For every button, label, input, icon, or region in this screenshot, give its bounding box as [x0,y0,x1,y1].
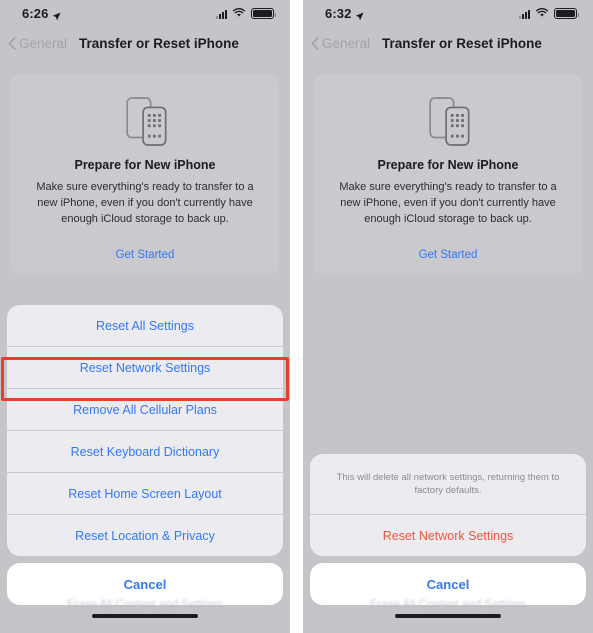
confirmation-sheet-options: This will delete all network settings, r… [310,454,586,556]
action-sheet-item-reset-network-settings[interactable]: Reset Network Settings [7,346,283,388]
ghost-erase-label: Erase All Content and Settings [67,599,223,611]
cellular-bars-icon [519,9,530,19]
status-bar: 6:26 [0,0,290,27]
action-sheet-item[interactable]: Reset All Settings [7,305,283,346]
card-description: Make sure everything's ready to transfer… [36,181,254,225]
location-arrow-icon [355,9,364,21]
page-title: Transfer or Reset iPhone [79,36,239,51]
phone-screen-right: 6:32 General Transfer or Reset iPhone Pr… [303,0,593,633]
action-sheet-item[interactable]: Reset Home Screen Layout [7,472,283,514]
action-sheet-options: Reset All Settings Reset Network Setting… [7,305,283,556]
status-time: 6:32 [325,6,352,21]
card-title: Prepare for New iPhone [377,158,519,172]
get-started-link[interactable]: Get Started [25,249,265,261]
chevron-left-icon [8,37,16,50]
chevron-left-icon [311,37,319,50]
home-indicator[interactable] [92,613,198,618]
cellular-bars-icon [216,9,227,19]
navigation-bar: General Transfer or Reset iPhone [0,27,290,60]
status-time-group: 6:26 [22,6,61,21]
battery-icon [554,8,579,19]
action-sheet-item[interactable]: Reset Keyboard Dictionary [7,430,283,472]
status-icons-group [519,5,579,23]
status-time: 6:26 [22,6,49,21]
card-description: Make sure everything's ready to transfer… [339,181,557,225]
content-area: Prepare for New iPhone Make sure everyth… [0,60,290,275]
back-button-label: General [19,36,68,51]
navigation-bar: General Transfer or Reset iPhone [303,27,593,60]
back-button-label: General [322,36,371,51]
wifi-icon [535,5,549,23]
back-button-general[interactable]: General [8,36,67,51]
status-icons-group [216,5,276,23]
content-area: Prepare for New iPhone Make sure everyth… [303,60,593,275]
confirm-reset-network-settings-button[interactable]: Reset Network Settings [310,514,586,556]
dual-screenshot-comparison: 6:26 General Transfer or Reset iPhone Pr… [0,0,593,633]
card-title: Prepare for New iPhone [74,158,216,172]
home-indicator[interactable] [395,613,501,618]
wifi-icon [232,5,246,23]
battery-icon [251,8,276,19]
prepare-new-iphone-card: Prepare for New iPhone Make sure everyth… [314,74,582,275]
confirmation-sheet-container: Erase All Content and Settings This will… [303,454,593,633]
prepare-new-iphone-card: Prepare for New iPhone Make sure everyth… [11,74,279,275]
confirmation-sheet-message: This will delete all network settings, r… [336,471,560,496]
two-iphones-icon [328,90,568,152]
two-iphones-icon [25,90,265,152]
action-sheet-item[interactable]: Remove All Cellular Plans [7,388,283,430]
status-bar: 6:32 [303,0,593,27]
action-sheet-container: Erase All Content and Settings Reset All… [0,305,290,633]
back-button-general[interactable]: General [311,36,370,51]
location-arrow-icon [52,9,61,21]
page-title: Transfer or Reset iPhone [382,36,542,51]
get-started-link[interactable]: Get Started [328,249,568,261]
ghost-erase-label: Erase All Content and Settings [370,599,526,611]
status-time-group: 6:32 [325,6,364,21]
phone-screen-left: 6:26 General Transfer or Reset iPhone Pr… [0,0,290,633]
action-sheet-item[interactable]: Reset Location & Privacy [7,514,283,556]
